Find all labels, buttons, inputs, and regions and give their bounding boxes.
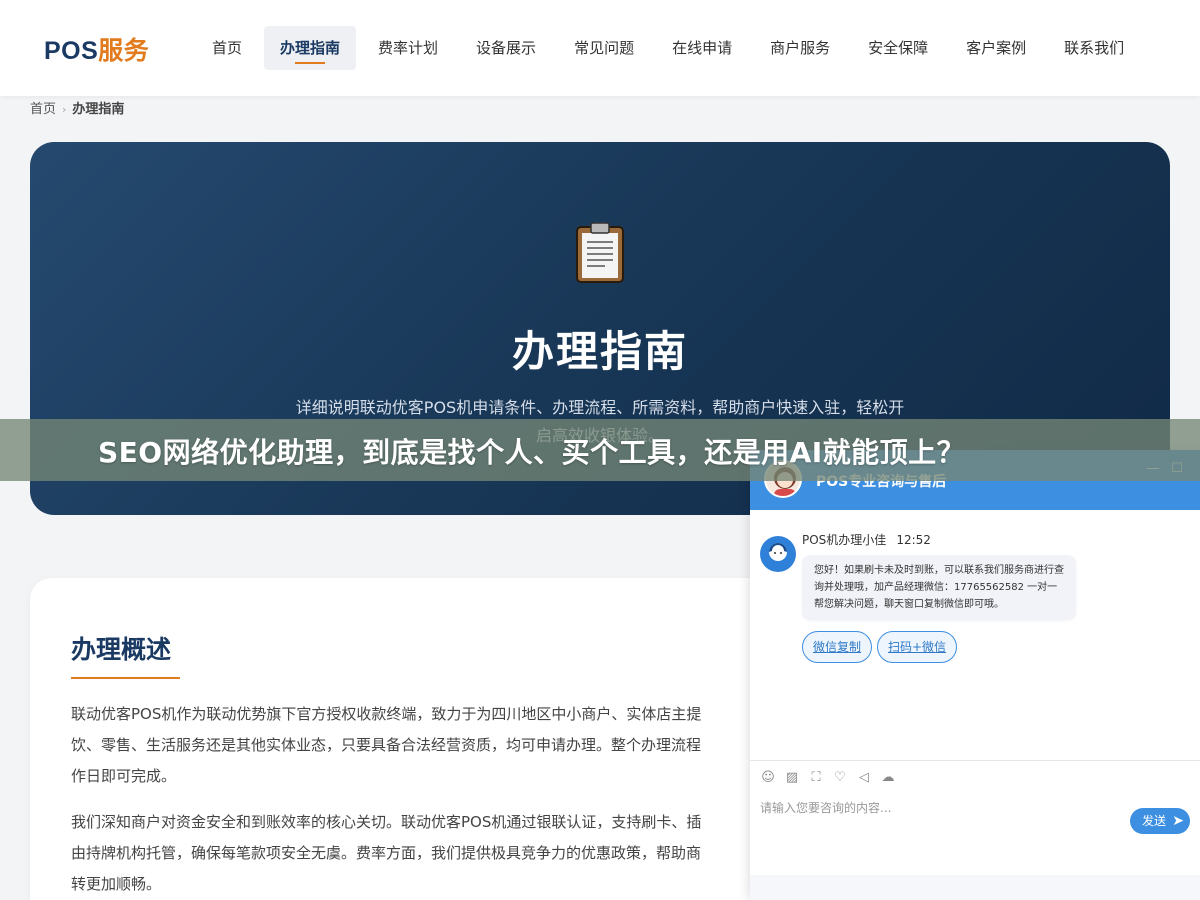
chat-footer [750, 875, 1200, 900]
scan-wechat-button[interactable]: 扫码+微信 [877, 631, 958, 663]
clipboard-icon [576, 222, 624, 283]
copy-wechat-button[interactable]: 微信复制 [802, 631, 873, 663]
chat-widget: POS专业咨询与售后 — ☐ POS机办理小佳12:52 您好！如果刷卡未及时到… [750, 450, 1200, 900]
logo-text-service: 服务 [98, 37, 150, 65]
voice-icon[interactable]: ◁ [856, 770, 872, 786]
send-button[interactable]: 发送 ➤ [1130, 808, 1190, 834]
breadcrumb-separator-icon: › [62, 103, 67, 116]
nav-item-merchant[interactable]: 商户服务 [754, 26, 846, 70]
nav-item-rates[interactable]: 费率计划 [362, 26, 454, 70]
breadcrumb-home[interactable]: 首页 [30, 102, 56, 117]
page-title: 办理指南 [511, 327, 688, 376]
emoji-icon[interactable]: ☺ [760, 770, 776, 786]
nav-item-home[interactable]: 首页 [196, 26, 258, 70]
send-label: 发送 [1142, 814, 1167, 828]
breadcrumb: 首页 › 办理指南 [30, 98, 124, 117]
site-header: POS服务 首页 办理指南 费率计划 设备展示 常见问题 在线申请 商户服务 安… [0, 0, 1200, 96]
overview-card: 办理概述 联动优客POS机作为联动优势旗下官方授权收款终端，致力于为四川地区中小… [30, 578, 790, 900]
overlay-banner-text: SEO网络优化助理，到底是找个人、买个工具，还是用AI就能顶上？ [98, 436, 966, 469]
overlay-banner: SEO网络优化助理，到底是找个人、买个工具，还是用AI就能顶上？ [0, 419, 1200, 481]
heading-underline [71, 677, 180, 679]
nav-item-security[interactable]: 安全保障 [852, 26, 944, 70]
nav-item-contact[interactable]: 联系我们 [1048, 26, 1140, 70]
nav-item-apply[interactable]: 在线申请 [656, 26, 748, 70]
overview-heading: 办理概述 [71, 635, 172, 664]
agent-name: POS机办理小佳 12:52 [802, 531, 931, 548]
image-icon[interactable]: ▨ [784, 770, 800, 786]
wechat-icon[interactable]: ☁ [880, 770, 896, 786]
evaluate-icon[interactable]: ♡ [832, 770, 848, 786]
message-time: 12:52 [896, 533, 931, 547]
agent-icon [760, 536, 796, 572]
site-logo[interactable]: POS服务 [44, 31, 149, 67]
overview-paragraph-1: 联动优客POS机作为联动优势旗下官方授权收款终端，致力于为四川地区中小商户、实体… [71, 705, 702, 785]
chat-divider [750, 760, 1200, 761]
main-nav: 首页 办理指南 费率计划 设备展示 常见问题 在线申请 商户服务 安全保障 客户… [196, 26, 1146, 70]
nav-item-cases[interactable]: 客户案例 [950, 26, 1042, 70]
agent-name-text: POS机办理小佳 [802, 533, 887, 547]
send-arrow-icon: ➤ [1172, 813, 1184, 829]
nav-item-devices[interactable]: 设备展示 [460, 26, 552, 70]
chat-toolbar: ☺ ▨ ⛶ ♡ ◁ ☁ [760, 770, 904, 788]
nav-item-faq[interactable]: 常见问题 [558, 26, 650, 70]
chat-input[interactable]: 请输入您要咨询的内容... [760, 799, 891, 816]
screenshot-icon[interactable]: ⛶ [808, 770, 824, 786]
breadcrumb-current: 办理指南 [72, 102, 125, 117]
nav-item-guide[interactable]: 办理指南 [264, 26, 357, 70]
overview-paragraph-2: 我们深知商户对资金安全和到账效率的核心关切。联动优客POS机通过银联认证，支持刷… [71, 813, 702, 893]
logo-text-pos: POS [44, 37, 99, 65]
chat-message: 您好！如果刷卡未及时到账，可以联系我们服务商进行查询并处理哦，加产品经理微信：1… [802, 555, 1076, 620]
